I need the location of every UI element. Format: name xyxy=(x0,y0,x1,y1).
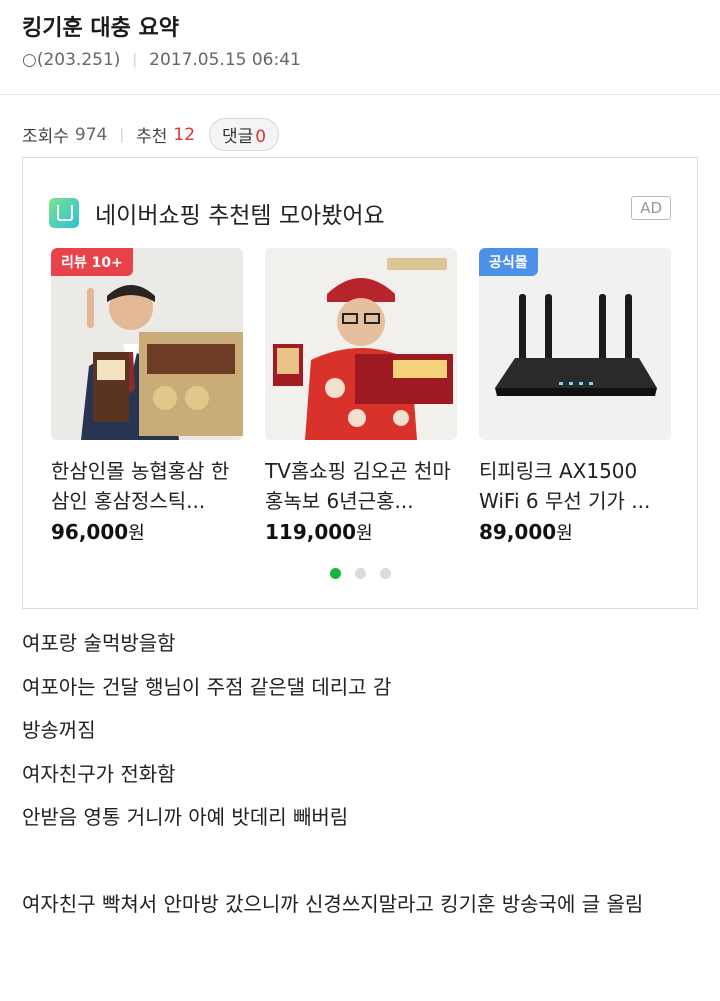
post-body: 여포랑 술먹방을함 여포아는 건달 행님이 주점 같은댈 데리고 감 방송꺼짐 … xyxy=(22,622,702,927)
product-price: 119,000원 xyxy=(265,519,457,545)
shopping-ad-box: 네이버쇼핑 추천템 모아봤어요 AD 리뷰 10+ 한삼인몰 농협홍삼 한삼인 … xyxy=(22,157,698,609)
antler-product-illustration xyxy=(265,248,457,440)
naver-shopping-icon xyxy=(49,198,79,228)
ad-title[interactable]: 네이버쇼핑 추천템 모아봤어요 xyxy=(95,196,385,230)
comments-count: 0 xyxy=(255,127,267,147)
price-value: 89,000 xyxy=(479,520,557,544)
product-card[interactable]: 리뷰 10+ 한삼인몰 농협홍삼 한삼인 홍삼정스틱... 96,000원 xyxy=(51,248,243,545)
body-line: 방송꺼짐 xyxy=(22,718,96,742)
carousel-pager xyxy=(23,568,697,579)
header-divider xyxy=(0,94,720,95)
body-line: 여자친구가 전화함 xyxy=(22,761,176,786)
pager-dot[interactable] xyxy=(379,568,391,579)
ginseng-product-illustration xyxy=(51,248,243,440)
price-unit: 원 xyxy=(128,523,145,544)
product-name[interactable]: 티피링크 AX1500 WiFi 6 무선 기가 ... xyxy=(479,456,671,516)
post-stats: 조회수 974 | 추천 12 댓글 0 xyxy=(22,118,280,151)
recommend-count: 12 xyxy=(173,124,196,145)
price-unit: 원 xyxy=(556,523,573,544)
post-date: 2017.05.15 06:41 xyxy=(149,50,301,70)
body-blank-line xyxy=(22,840,702,884)
product-image[interactable]: 리뷰 10+ xyxy=(51,248,243,440)
body-line: 여포랑 술먹방을함 xyxy=(22,631,176,655)
ad-header: 네이버쇼핑 추천템 모아봤어요 xyxy=(49,196,385,230)
pager-dot[interactable] xyxy=(354,568,366,579)
product-price: 89,000원 xyxy=(479,519,671,545)
body-line: 여자친구 빡쳐서 안마방 갔으니까 신경쓰지말라고 킹기훈 방송국에 글 올림 xyxy=(22,892,644,916)
price-value: 96,000 xyxy=(51,520,129,544)
review-tag: 리뷰 10+ xyxy=(51,248,133,276)
pager-dot[interactable] xyxy=(329,568,341,579)
router-product-illustration xyxy=(479,248,671,440)
price-unit: 원 xyxy=(356,523,373,544)
post-meta: ○(203.251) | 2017.05.15 06:41 xyxy=(22,50,301,70)
product-name[interactable]: TV홈쇼핑 김오곤 천마홍녹보 6년근홍... xyxy=(265,456,457,516)
meta-separator: | xyxy=(132,52,138,68)
product-price: 96,000원 xyxy=(51,519,243,545)
author-name[interactable]: ○(203.251) xyxy=(22,50,120,70)
official-store-tag: 공식몰 xyxy=(479,248,538,276)
product-card[interactable]: 공식몰 티피링크 AX1500 WiFi 6 무선 기가 ... 89,000원 xyxy=(479,248,671,545)
recommend-label: 추천 xyxy=(136,127,168,147)
stats-separator: | xyxy=(119,126,125,143)
views-count: 974 xyxy=(74,124,108,145)
comments-button[interactable]: 댓글 0 xyxy=(209,118,280,151)
body-line: 안받음 영통 거니까 아예 밧데리 빼버림 xyxy=(22,805,349,829)
ad-badge[interactable]: AD xyxy=(631,196,671,220)
product-name[interactable]: 한삼인몰 농협홍삼 한삼인 홍삼정스틱... xyxy=(51,456,243,516)
comments-label: 댓글 xyxy=(222,127,254,147)
price-value: 119,000 xyxy=(265,520,357,544)
views-label: 조회수 xyxy=(22,127,69,147)
body-line: 여포아는 건달 행님이 주점 같은댈 데리고 감 xyxy=(22,674,392,699)
product-card[interactable]: TV홈쇼핑 김오곤 천마홍녹보 6년근홍... 119,000원 xyxy=(265,248,457,545)
product-image[interactable]: 공식몰 xyxy=(479,248,671,440)
post-title: 킹기훈 대충 요약 xyxy=(22,16,179,41)
product-image[interactable] xyxy=(265,248,457,440)
